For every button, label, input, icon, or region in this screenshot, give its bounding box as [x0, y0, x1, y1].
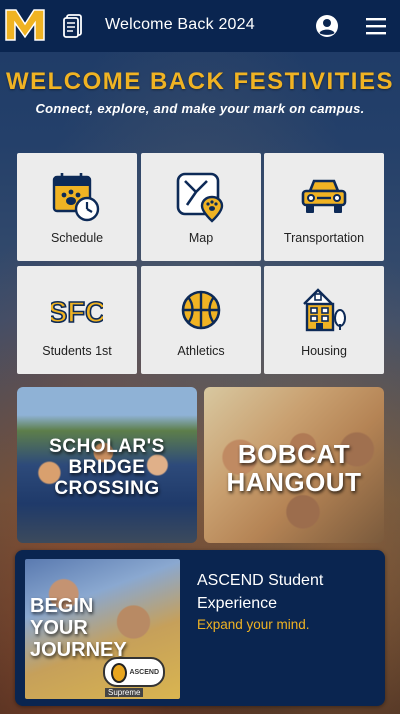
ascend-student-experience-card[interactable]: BEGIN YOUR JOURNEY ASCEND Supreme ASCEND…	[15, 550, 385, 706]
promo-text-line: YOUR	[30, 617, 88, 639]
card-title-line: SCHOLAR'S	[49, 436, 165, 457]
bobcat-hangout-card[interactable]: BOBCAT HANGOUT	[204, 387, 384, 543]
sfc-text-icon: SFC	[51, 296, 103, 330]
tile-label: Students 1st	[42, 344, 112, 358]
hamburger-menu-icon[interactable]	[364, 14, 388, 38]
tile-schedule[interactable]: Schedule	[17, 153, 137, 261]
tile-students-1st[interactable]: SFC Students 1st	[17, 266, 137, 374]
egg-logo-icon	[111, 663, 127, 683]
ascend-promo-image: BEGIN YOUR JOURNEY ASCEND Supreme	[25, 559, 180, 699]
hero-subtitle: Connect, explore, and make your mark on …	[35, 101, 365, 116]
badge-text: ASCEND	[129, 668, 159, 676]
card-title: SCHOLAR'S BRIDGE CROSSING	[17, 437, 197, 500]
tile-label: Map	[188, 231, 214, 245]
map-pin-icon	[176, 172, 224, 223]
badge-footer: Supreme	[105, 688, 144, 697]
promo-text-line: BEGIN	[30, 595, 94, 617]
tile-label: Housing	[301, 344, 347, 358]
ascend-subtitle: Expand your mind.	[197, 617, 310, 632]
hero-title: WELCOME BACK FESTIVITIES	[5, 68, 394, 95]
directory-icon[interactable]	[62, 14, 84, 38]
app-title: Welcome Back 2024	[105, 16, 255, 33]
card-title-line: BRIDGE	[68, 457, 146, 478]
ascend-title: ASCEND Student Experience	[197, 572, 324, 612]
card-title-line: HANGOUT	[226, 467, 362, 497]
tile-label: Schedule	[50, 231, 104, 245]
tile-athletics[interactable]: Athletics	[141, 266, 261, 374]
scholars-bridge-crossing-card[interactable]: SCHOLAR'S BRIDGE CROSSING	[17, 387, 197, 543]
ascend-badge: ASCEND	[103, 657, 165, 687]
tile-label: Transportation	[283, 231, 365, 245]
university-logo-icon[interactable]	[4, 6, 46, 44]
tile-transportation[interactable]: Transportation	[264, 153, 384, 261]
card-title-line: CROSSING	[54, 478, 160, 499]
tile-housing[interactable]: Housing	[264, 266, 384, 374]
card-title: BOBCAT HANGOUT	[204, 441, 384, 497]
basketball-icon	[181, 290, 221, 330]
card-title-line: BOBCAT	[237, 439, 351, 469]
car-icon	[301, 179, 347, 213]
user-circle-icon[interactable]	[315, 14, 339, 38]
top-bar: Welcome Back 2024	[0, 0, 400, 52]
tile-map[interactable]: Map	[141, 153, 261, 261]
tile-label: Athletics	[177, 344, 225, 358]
promo-text: BEGIN YOUR JOURNEY	[30, 595, 127, 661]
sfc-icon-text: SFC	[51, 297, 103, 329]
building-icon	[303, 288, 346, 332]
calendar-clock-icon	[52, 173, 100, 222]
